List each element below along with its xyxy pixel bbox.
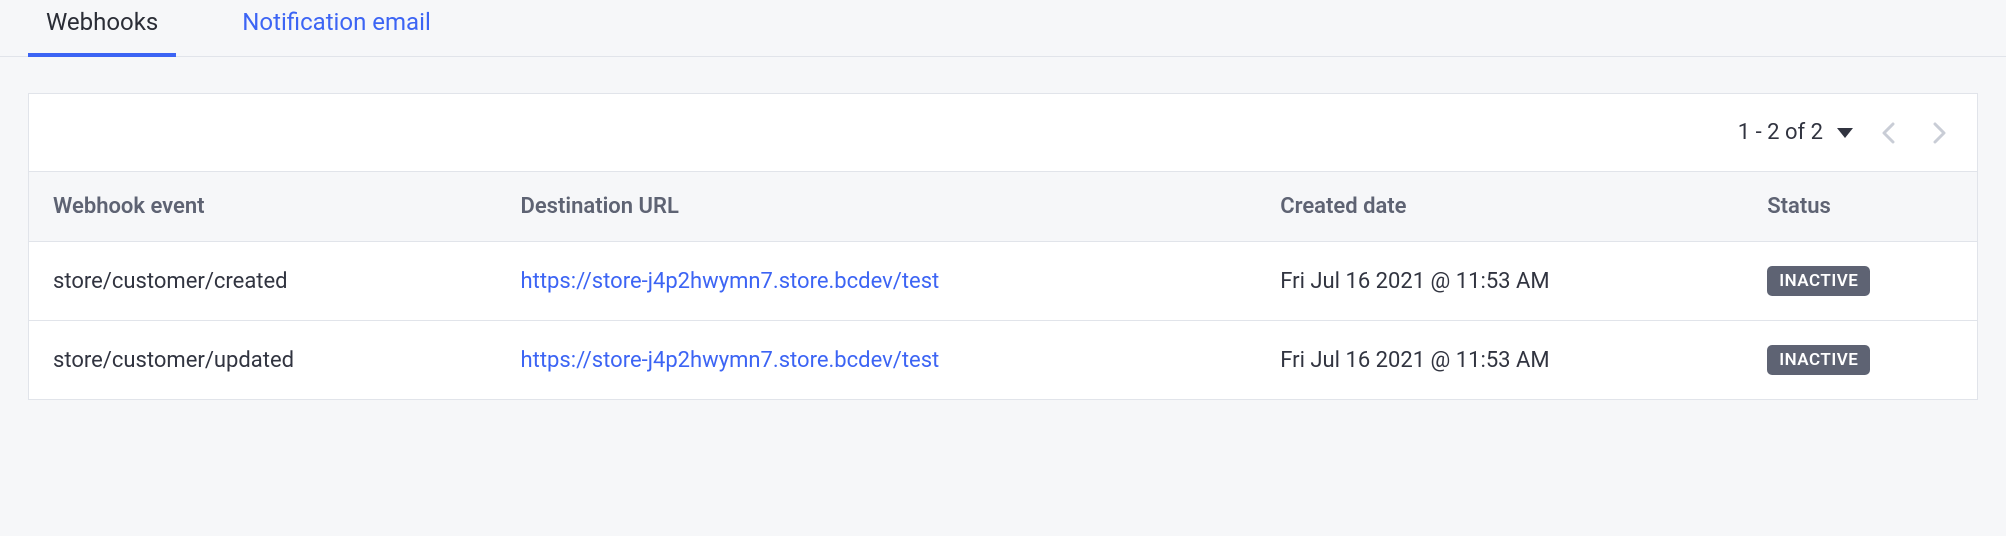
panel-header: 1 - 2 of 2 — [29, 94, 1977, 171]
pagination-control: 1 - 2 of 2 — [1738, 120, 1853, 145]
table-row: store/customer/created https://store-j4p… — [29, 242, 1977, 321]
col-header-status: Status — [1743, 172, 1977, 242]
col-header-destination: Destination URL — [497, 172, 1257, 242]
pagination-range: 1 - 2 of 2 — [1738, 120, 1823, 145]
status-badge: INACTIVE — [1767, 266, 1870, 296]
cell-status: INACTIVE — [1743, 321, 1977, 400]
col-header-created: Created date — [1256, 172, 1743, 242]
cell-destination: https://store-j4p2hwymn7.store.bcdev/tes… — [497, 321, 1257, 400]
chevron-right-icon[interactable] — [1933, 122, 1947, 144]
webhooks-panel: 1 - 2 of 2 — [28, 93, 1978, 400]
pagination-dropdown-icon[interactable] — [1837, 128, 1853, 138]
cell-event: store/customer/created — [29, 242, 497, 321]
destination-link[interactable]: https://store-j4p2hwymn7.store.bcdev/tes… — [521, 269, 940, 294]
cell-created: Fri Jul 16 2021 @ 11:53 AM — [1256, 242, 1743, 321]
status-badge: INACTIVE — [1767, 345, 1870, 375]
table-header-row: Webhook event Destination URL Created da… — [29, 172, 1977, 242]
webhooks-table: Webhook event Destination URL Created da… — [29, 171, 1977, 399]
content-area: 1 - 2 of 2 — [0, 57, 2006, 400]
tab-notification-email[interactable]: Notification email — [224, 0, 449, 56]
chevron-left-icon[interactable] — [1881, 122, 1895, 144]
cell-destination: https://store-j4p2hwymn7.store.bcdev/tes… — [497, 242, 1257, 321]
cell-status: INACTIVE — [1743, 242, 1977, 321]
destination-link[interactable]: https://store-j4p2hwymn7.store.bcdev/tes… — [521, 348, 940, 373]
tabs-bar: Webhooks Notification email — [0, 0, 2006, 57]
col-header-event: Webhook event — [29, 172, 497, 242]
tab-webhooks[interactable]: Webhooks — [28, 0, 176, 56]
page-container: Webhooks Notification email 1 - 2 of 2 — [0, 0, 2006, 536]
cell-event: store/customer/updated — [29, 321, 497, 400]
cell-created: Fri Jul 16 2021 @ 11:53 AM — [1256, 321, 1743, 400]
table-row: store/customer/updated https://store-j4p… — [29, 321, 1977, 400]
pagination-arrows — [1881, 122, 1947, 144]
